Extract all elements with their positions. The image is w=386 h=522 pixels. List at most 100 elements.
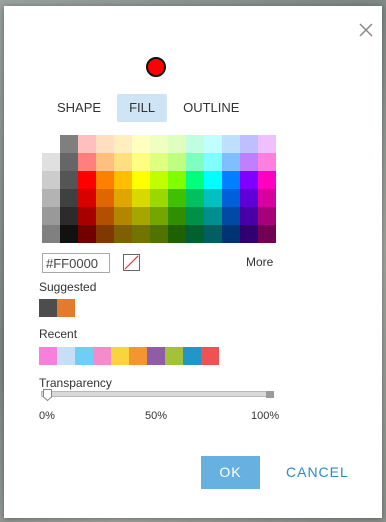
palette-swatch[interactable] [240, 171, 258, 189]
recent-swatch[interactable] [147, 347, 165, 365]
palette-swatch[interactable] [78, 171, 96, 189]
palette-swatch[interactable] [240, 207, 258, 225]
palette-swatch[interactable] [168, 225, 186, 243]
transparency-slider-thumb[interactable] [43, 389, 52, 401]
palette-swatch[interactable] [204, 135, 222, 153]
palette-swatch[interactable] [258, 189, 276, 207]
palette-swatch[interactable] [150, 153, 168, 171]
palette-swatch[interactable] [114, 153, 132, 171]
palette-swatch[interactable] [168, 207, 186, 225]
more-colors-link[interactable]: More [246, 255, 273, 269]
palette-swatch[interactable] [114, 225, 132, 243]
hex-color-input[interactable] [42, 253, 110, 273]
palette-swatch[interactable] [258, 171, 276, 189]
palette-swatch[interactable] [204, 225, 222, 243]
palette-swatch[interactable] [186, 225, 204, 243]
palette-swatch[interactable] [96, 171, 114, 189]
tab-shape[interactable]: SHAPE [44, 94, 113, 122]
palette-swatch[interactable] [114, 189, 132, 207]
palette-swatch[interactable] [258, 207, 276, 225]
palette-swatch[interactable] [42, 171, 60, 189]
palette-swatch[interactable] [258, 135, 276, 153]
close-icon[interactable] [359, 23, 373, 37]
tab-fill[interactable]: FILL [117, 94, 168, 122]
palette-swatch[interactable] [204, 153, 222, 171]
palette-swatch[interactable] [186, 189, 204, 207]
palette-swatch[interactable] [132, 153, 150, 171]
palette-swatch[interactable] [78, 225, 96, 243]
palette-swatch[interactable] [240, 225, 258, 243]
palette-swatch[interactable] [168, 153, 186, 171]
palette-swatch[interactable] [78, 153, 96, 171]
recent-swatch[interactable] [201, 347, 219, 365]
palette-swatch[interactable] [150, 135, 168, 153]
recent-swatch[interactable] [165, 347, 183, 365]
suggested-swatch[interactable] [57, 299, 75, 317]
no-color-icon[interactable] [123, 254, 140, 271]
palette-swatch[interactable] [78, 207, 96, 225]
suggested-swatch[interactable] [39, 299, 57, 317]
palette-swatch[interactable] [240, 189, 258, 207]
palette-swatch[interactable] [204, 189, 222, 207]
palette-swatch[interactable] [240, 135, 258, 153]
palette-swatch[interactable] [96, 135, 114, 153]
transparency-slider-track[interactable] [41, 391, 274, 397]
palette-swatch[interactable] [132, 207, 150, 225]
palette-swatch[interactable] [132, 135, 150, 153]
palette-swatch[interactable] [150, 189, 168, 207]
recent-swatch[interactable] [57, 347, 75, 365]
palette-swatch[interactable] [222, 225, 240, 243]
palette-swatch[interactable] [132, 189, 150, 207]
palette-swatch[interactable] [42, 207, 60, 225]
palette-swatch[interactable] [132, 171, 150, 189]
palette-swatch[interactable] [222, 207, 240, 225]
palette-swatch[interactable] [60, 153, 78, 171]
palette-swatch[interactable] [78, 135, 96, 153]
palette-swatch[interactable] [60, 135, 78, 153]
ok-button[interactable]: OK [201, 456, 260, 489]
recent-swatch[interactable] [93, 347, 111, 365]
palette-swatch[interactable] [42, 225, 60, 243]
recent-swatch[interactable] [129, 347, 147, 365]
palette-swatch[interactable] [222, 171, 240, 189]
palette-swatch[interactable] [240, 153, 258, 171]
palette-swatch[interactable] [222, 153, 240, 171]
palette-swatch[interactable] [168, 189, 186, 207]
palette-swatch[interactable] [258, 225, 276, 243]
palette-swatch[interactable] [42, 153, 60, 171]
palette-swatch[interactable] [96, 189, 114, 207]
palette-swatch[interactable] [96, 153, 114, 171]
palette-swatch[interactable] [78, 189, 96, 207]
palette-swatch[interactable] [60, 171, 78, 189]
palette-swatch[interactable] [114, 171, 132, 189]
palette-swatch[interactable] [222, 135, 240, 153]
palette-swatch[interactable] [204, 207, 222, 225]
palette-swatch[interactable] [96, 207, 114, 225]
palette-swatch[interactable] [114, 207, 132, 225]
palette-swatch[interactable] [150, 207, 168, 225]
tab-outline[interactable]: OUTLINE [171, 94, 251, 122]
recent-swatch[interactable] [183, 347, 201, 365]
palette-swatch[interactable] [96, 225, 114, 243]
palette-swatch[interactable] [222, 189, 240, 207]
recent-swatch[interactable] [75, 347, 93, 365]
palette-swatch[interactable] [114, 135, 132, 153]
palette-swatch[interactable] [150, 225, 168, 243]
palette-swatch[interactable] [60, 189, 78, 207]
palette-swatch[interactable] [132, 225, 150, 243]
palette-swatch[interactable] [186, 171, 204, 189]
cancel-button[interactable]: CANCEL [286, 456, 349, 489]
palette-swatch[interactable] [60, 225, 78, 243]
palette-swatch[interactable] [186, 135, 204, 153]
palette-swatch[interactable] [168, 171, 186, 189]
palette-swatch[interactable] [60, 207, 78, 225]
palette-swatch[interactable] [204, 171, 222, 189]
recent-swatch[interactable] [111, 347, 129, 365]
palette-swatch[interactable] [168, 135, 186, 153]
palette-swatch[interactable] [150, 171, 168, 189]
palette-swatch[interactable] [186, 153, 204, 171]
palette-swatch[interactable] [42, 189, 60, 207]
palette-swatch[interactable] [42, 135, 60, 153]
recent-swatch[interactable] [39, 347, 57, 365]
palette-swatch[interactable] [186, 207, 204, 225]
